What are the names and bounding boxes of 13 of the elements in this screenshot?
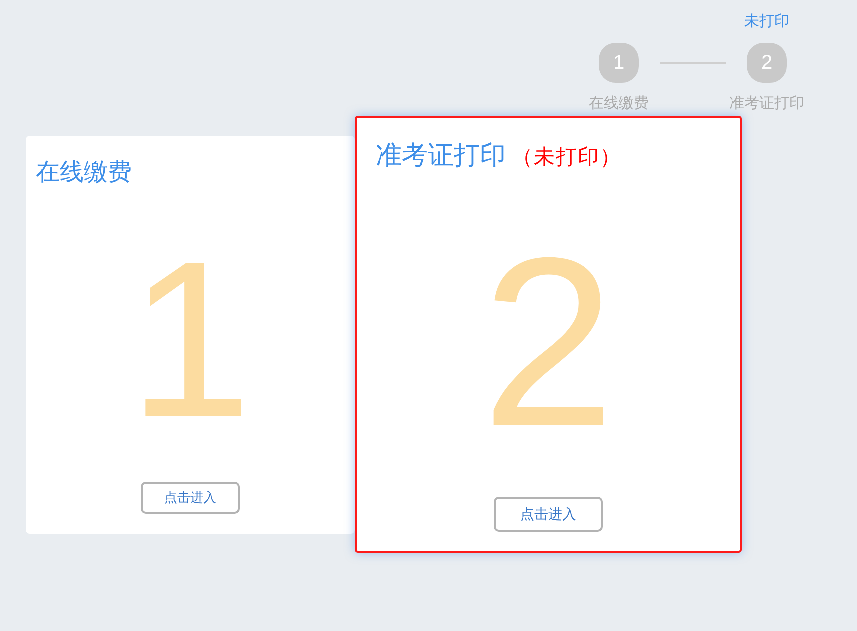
card-number: 1: [128, 218, 252, 450]
card-title: 在线缴费: [36, 158, 132, 188]
step-connector: [660, 62, 726, 64]
step-label: 在线缴费: [589, 94, 649, 114]
card-title: 准考证打印: [376, 140, 506, 170]
step-card[interactable]: 准考证打印 （未打印） 2 点击进入: [355, 116, 742, 553]
step-card[interactable]: 在线缴费 1 点击进入: [26, 136, 355, 534]
enter-button[interactable]: 点击进入: [141, 482, 240, 514]
card-status-text: （未打印）: [512, 145, 622, 171]
step-status-text: 未打印: [744, 12, 790, 32]
card-number: 2: [482, 208, 616, 462]
enter-button[interactable]: 点击进入: [494, 497, 603, 532]
step-label: 准考证打印: [730, 94, 804, 114]
